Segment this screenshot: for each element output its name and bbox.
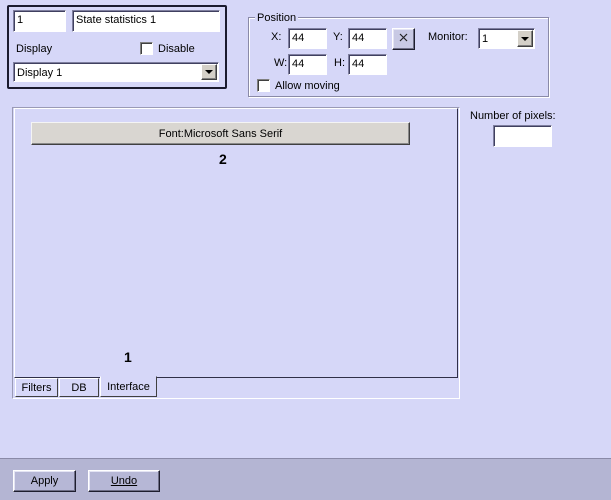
display-label: Display xyxy=(16,43,53,55)
w-input[interactable]: 44 xyxy=(288,54,327,75)
object-id-field[interactable]: 1 xyxy=(13,10,66,32)
display-select[interactable]: Display 1 xyxy=(13,62,219,82)
reset-position-button[interactable] xyxy=(392,28,415,50)
font-button[interactable]: Font:Microsoft Sans Serif xyxy=(31,122,410,145)
x-label: X: xyxy=(271,31,282,43)
tab-filters[interactable]: Filters xyxy=(15,378,58,397)
display-select-value: Display 1 xyxy=(17,67,63,79)
pixels-label: Number of pixels: xyxy=(470,110,556,122)
h-input[interactable]: 44 xyxy=(348,54,387,75)
close-x-icon xyxy=(399,33,408,45)
allow-moving-checkbox[interactable] xyxy=(257,79,270,92)
y-label: Y: xyxy=(333,31,343,43)
callout-2: 2 xyxy=(219,151,227,167)
preview-panel xyxy=(14,108,458,378)
y-input[interactable]: 44 xyxy=(348,28,387,49)
w-label: W: xyxy=(274,57,288,69)
position-group-label: Position xyxy=(255,11,299,25)
undo-button[interactable]: Undo xyxy=(88,470,160,492)
callout-1: 1 xyxy=(124,349,132,365)
undo-button-label: Undo xyxy=(110,475,138,487)
object-name-field[interactable]: State statistics 1 xyxy=(72,10,220,32)
monitor-chevron-down-icon[interactable] xyxy=(517,30,533,47)
x-input[interactable]: 44 xyxy=(288,28,327,49)
pixels-input[interactable] xyxy=(493,125,552,147)
disable-label: Disable xyxy=(158,43,195,55)
allow-moving-label: Allow moving xyxy=(275,80,340,92)
tab-db[interactable]: DB xyxy=(59,378,99,397)
disable-checkbox[interactable] xyxy=(140,42,153,55)
monitor-select[interactable]: 1 xyxy=(478,28,535,49)
apply-button[interactable]: Apply xyxy=(13,470,76,492)
h-label: H: xyxy=(334,57,345,69)
monitor-select-value: 1 xyxy=(482,33,489,45)
monitor-label: Monitor: xyxy=(428,31,468,43)
chevron-down-icon[interactable] xyxy=(201,64,217,80)
tab-interface[interactable]: Interface xyxy=(100,376,157,397)
